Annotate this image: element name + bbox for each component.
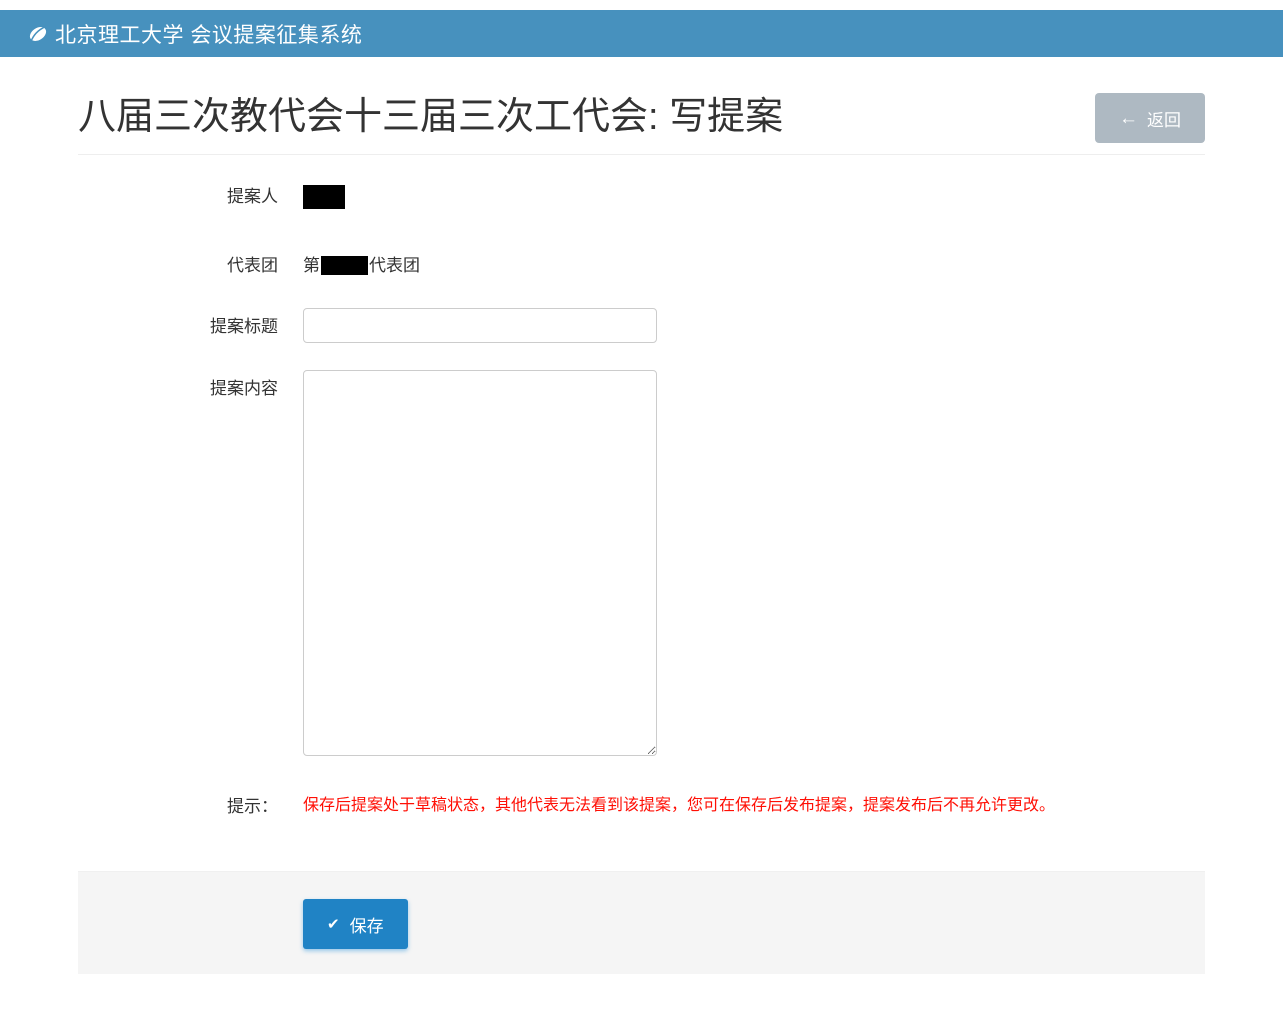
hint-label: 提示： bbox=[78, 788, 278, 819]
delegation-label: 代表团 bbox=[78, 247, 278, 278]
top-navbar: 北京理工大学 会议提案征集系统 bbox=[0, 10, 1283, 57]
hint-row: 提示： 保存后提案处于草稿状态，其他代表无法看到该提案，您可在保存后发布提案，提… bbox=[78, 788, 1205, 819]
proposal-content-textarea[interactable] bbox=[303, 370, 657, 756]
leaf-icon bbox=[28, 24, 48, 44]
delegation-value: 第 代表团 bbox=[303, 247, 420, 278]
delegation-value-prefix: 第 bbox=[303, 256, 320, 275]
arrow-left-icon: ← bbox=[1119, 109, 1138, 128]
delegation-row: 代表团 第 代表团 bbox=[78, 247, 1205, 278]
proposal-title-label: 提案标题 bbox=[78, 308, 278, 339]
proposal-title-input[interactable] bbox=[303, 308, 657, 343]
back-button[interactable]: ← 返回 bbox=[1095, 93, 1205, 143]
delegation-value-redacted bbox=[321, 256, 368, 275]
proposer-row: 提案人 bbox=[78, 178, 1205, 211]
app-title: 北京理工大学 会议提案征集系统 bbox=[55, 19, 362, 49]
proposal-content-row: 提案内容 bbox=[78, 370, 1205, 756]
proposer-label: 提案人 bbox=[78, 178, 278, 209]
delegation-value-suffix: 代表团 bbox=[369, 256, 420, 275]
form-actions-panel: ✔ 保存 bbox=[78, 871, 1205, 974]
proposal-content-label: 提案内容 bbox=[78, 370, 278, 401]
check-icon: ✔ bbox=[327, 917, 340, 932]
proposal-title-row: 提案标题 bbox=[78, 308, 1205, 343]
save-button[interactable]: ✔ 保存 bbox=[303, 899, 408, 949]
back-button-label: 返回 bbox=[1147, 106, 1181, 131]
hint-text: 保存后提案处于草稿状态，其他代表无法看到该提案，您可在保存后发布提案，提案发布后… bbox=[303, 788, 1055, 818]
proposer-value bbox=[303, 178, 345, 211]
page-title: 八届三次教代会十三届三次工代会: 写提案 bbox=[78, 96, 783, 140]
proposer-value-redacted bbox=[303, 185, 345, 209]
proposal-form: 提案人 代表团 第代表团 提案标题 提案内容 提示： 保存后提案处于草 bbox=[78, 178, 1205, 819]
save-button-label: 保存 bbox=[350, 912, 384, 937]
page-header: 八届三次教代会十三届三次工代会: 写提案 ← 返回 bbox=[78, 93, 1205, 155]
